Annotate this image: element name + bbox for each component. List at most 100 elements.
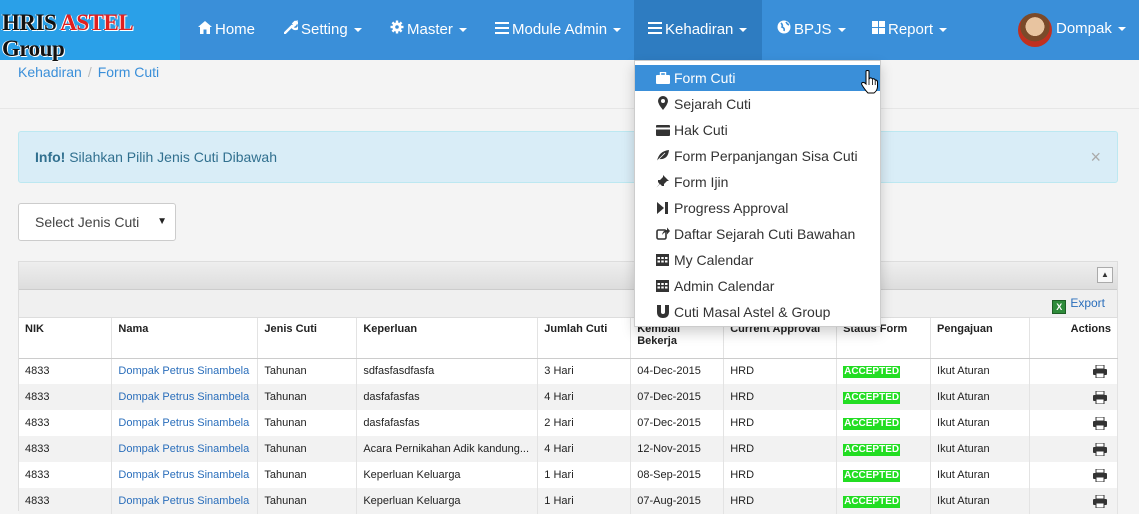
cell-jenis-cuti: Tahunan	[257, 488, 358, 514]
dropdown-item-form-ijin[interactable]: Form Ijin	[635, 169, 880, 195]
print-icon[interactable]	[1093, 416, 1107, 430]
cell-jumlah-cuti: 2 Hari	[537, 410, 632, 436]
cell-nama-text[interactable]: Dompak Petrus Sinambela	[118, 443, 249, 455]
cuti-table: NIK Nama Jenis Cuti Keperluan Jumlah Cut…	[19, 318, 1119, 514]
user-avatar[interactable]	[1018, 13, 1052, 47]
col-keperluan[interactable]: Keperluan	[356, 318, 539, 359]
cell-jumlah-cuti: 1 Hari	[537, 462, 632, 488]
nav-master-label: Master	[407, 21, 453, 38]
cell-nik-text: 4833	[25, 469, 50, 481]
nav-kehadiran[interactable]: Kehadiran	[634, 0, 762, 60]
nav-setting[interactable]: Setting	[283, 0, 362, 60]
print-icon[interactable]	[1093, 364, 1107, 379]
table-row: 4833 Dompak Petrus Sinambela Tahunan Acara …	[19, 436, 1119, 462]
kehadiran-dropdown-menu: Form Cuti Sejarah Cuti Hak Cuti Form Perpan…	[634, 60, 881, 327]
cell-nama-text[interactable]: Dompak Petrus Sinambela	[118, 417, 249, 429]
calendar-icon	[655, 248, 670, 274]
cell-jenis-cuti: Tahunan	[257, 358, 358, 384]
cell-nama[interactable]: Dompak Petrus Sinambela	[111, 358, 259, 384]
dropdown-item-cuti-masal-astel-group[interactable]: Cuti Masal Astel & Group	[635, 299, 880, 325]
dropdown-item-progress-approval[interactable]: Progress Approval	[635, 195, 880, 221]
chevron-down-icon	[353, 28, 362, 33]
col-pengajuan[interactable]: Pengajuan	[930, 318, 1030, 359]
breadcrumb-separator: /	[87, 64, 92, 80]
dropdown-item-my-calendar[interactable]: My Calendar	[635, 247, 880, 273]
print-icon[interactable]	[1093, 468, 1107, 482]
cell-status-form: ACCEPTED	[836, 488, 932, 514]
dropdown-item-label: My Calendar	[674, 252, 754, 268]
cell-pengajuan: Ikut Aturan	[930, 410, 1030, 436]
print-icon[interactable]	[1093, 494, 1107, 508]
cell-nama[interactable]: Dompak Petrus Sinambela	[111, 462, 259, 488]
col-nama[interactable]: Nama	[111, 318, 259, 359]
list-icon	[648, 0, 662, 58]
dropdown-item-form-cuti[interactable]: Form Cuti	[635, 65, 880, 91]
step-forward-icon	[655, 196, 670, 222]
cell-nik: 4833	[19, 462, 113, 488]
credit-card-icon	[655, 118, 670, 144]
cell-status-form-text: ACCEPTED	[843, 495, 901, 508]
cell-actions	[1029, 436, 1119, 462]
dropdown-item-daftar-sejarah-cuti-bawahan[interactable]: Daftar Sejarah Cuti Bawahan	[635, 221, 880, 247]
cell-current-approval-text: HRD	[730, 469, 755, 481]
nav-home[interactable]: Home	[198, 0, 255, 60]
cell-nik: 4833	[19, 488, 113, 514]
hand-cursor-icon	[861, 70, 878, 94]
dropdown-item-admin-calendar[interactable]: Admin Calendar	[635, 273, 880, 299]
cell-current-approval-text: HRD	[730, 365, 755, 378]
cell-status-form: ACCEPTED	[836, 384, 932, 410]
cell-nama-text[interactable]: Dompak Petrus Sinambela	[118, 365, 249, 377]
nav-home-label: Home	[215, 21, 256, 38]
print-icon[interactable]	[1093, 390, 1107, 404]
breadcrumb-root[interactable]: Kehadiran	[18, 64, 82, 80]
cell-kembali-bekerja-text: 07-Dec-2015	[637, 417, 701, 429]
nav-master[interactable]: Master	[390, 0, 467, 60]
cell-jenis-cuti: Tahunan	[257, 384, 358, 410]
excel-icon: X	[1052, 300, 1067, 314]
nav-user[interactable]: Dompak	[1056, 0, 1126, 60]
cell-jumlah-cuti: 4 Hari	[537, 436, 632, 462]
cell-pengajuan-text: Ikut Aturan	[937, 495, 990, 507]
cell-status-form: ACCEPTED	[836, 462, 932, 488]
cell-jenis-cuti: Tahunan	[257, 436, 358, 462]
nav-report[interactable]: Report	[872, 0, 948, 60]
cell-kembali-bekerja: 07-Dec-2015	[630, 384, 725, 410]
info-alert: Info! Silahkan Pilih Jenis Cuti Dibawah …	[18, 131, 1118, 183]
col-jenis-cuti[interactable]: Jenis Cuti	[257, 318, 358, 359]
cell-nama[interactable]: Dompak Petrus Sinambela	[111, 488, 259, 514]
wrench-icon	[283, 0, 301, 58]
cell-nama-text[interactable]: Dompak Petrus Sinambela	[118, 469, 249, 481]
col-nik[interactable]: NIK	[19, 318, 113, 359]
export-label: Export	[1070, 296, 1105, 310]
export-button[interactable]: X Export	[1052, 296, 1105, 314]
panel-header: ▲	[19, 262, 1117, 290]
table-row: 4833 Dompak Petrus Sinambela Tahunan dasfaf…	[19, 384, 1119, 410]
nav-bpjs[interactable]: BPJS	[777, 0, 846, 60]
select-value: Select Jenis Cuti	[35, 214, 140, 230]
dropdown-item-form-perpanjangan-sisa-cuti[interactable]: Form Perpanjangan Sisa Cuti	[635, 143, 880, 169]
cell-nama[interactable]: Dompak Petrus Sinambela	[111, 384, 259, 410]
breadcrumb-current: Form Cuti	[97, 64, 160, 80]
collapse-button[interactable]: ▲	[1097, 267, 1113, 283]
cell-nama-text[interactable]: Dompak Petrus Sinambela	[118, 495, 249, 507]
brand-logo[interactable]: HRIS ASTEL Group	[0, 0, 180, 61]
cell-nama[interactable]: Dompak Petrus Sinambela	[111, 436, 259, 462]
dropdown-item-hak-cuti[interactable]: Hak Cuti	[635, 117, 880, 143]
cell-actions	[1029, 384, 1119, 410]
cell-nama-text[interactable]: Dompak Petrus Sinambela	[118, 391, 249, 403]
chevron-down-icon	[1117, 27, 1126, 32]
nav-module-admin[interactable]: Module Admin	[495, 0, 622, 60]
print-icon[interactable]	[1093, 442, 1107, 456]
col-jumlah-cuti[interactable]: Jumlah Cuti	[537, 318, 632, 359]
cell-keperluan-text: sdfasfasdfasfa	[363, 365, 435, 378]
cell-actions	[1029, 410, 1119, 436]
cell-kembali-bekerja: 08-Sep-2015	[630, 462, 725, 488]
magnet-icon	[655, 300, 670, 326]
cell-pengajuan: Ikut Aturan	[930, 436, 1030, 462]
cell-status-form-text: ACCEPTED	[843, 443, 901, 456]
close-icon[interactable]: ×	[1090, 132, 1101, 182]
cell-kembali-bekerja: 04-Dec-2015	[630, 358, 725, 384]
jenis-cuti-select[interactable]: Select Jenis Cuti ▼	[18, 203, 176, 241]
cell-nama[interactable]: Dompak Petrus Sinambela	[111, 410, 259, 436]
dropdown-item-sejarah-cuti[interactable]: Sejarah Cuti	[635, 91, 880, 117]
